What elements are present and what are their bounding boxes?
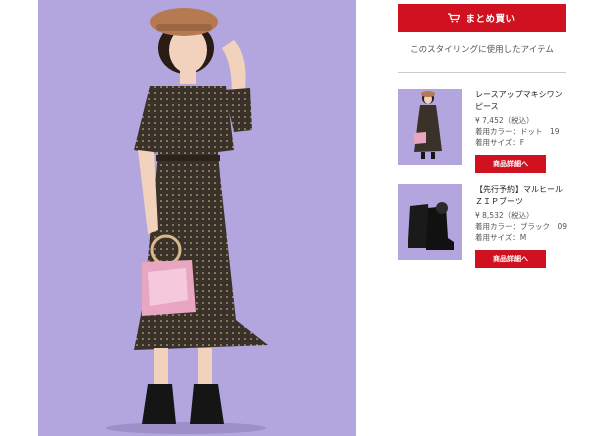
item-color: 着用カラー：ドット 19	[475, 127, 560, 136]
product-detail-button[interactable]: 商品詳細へ	[475, 250, 546, 268]
cart-icon	[448, 13, 461, 23]
item-info: 【先行予約】マルヒールＺＩＰブーツ ¥ 8,532（税込） 着用カラー：ブラック…	[475, 184, 567, 243]
styling-item-2: 【先行予約】マルヒールＺＩＰブーツ ¥ 8,532（税込） 着用カラー：ブラック…	[398, 184, 567, 274]
section-title: このスタイリングに使用したアイテム	[410, 45, 554, 55]
item-size: 着用サイズ：M	[475, 233, 527, 242]
item-name[interactable]: 【先行予約】マルヒールＺＩＰブーツ	[475, 184, 567, 208]
item-thumbnail-boots[interactable]	[398, 184, 462, 260]
styling-item-1: レースアップマキシワンピース ¥ 7,452（税込） 着用カラー：ドット 19 …	[398, 89, 566, 179]
item-color: 着用カラー：ブラック 09	[475, 222, 568, 231]
product-detail-button[interactable]: 商品詳細へ	[475, 155, 546, 173]
item-name[interactable]: レースアップマキシワンピース	[475, 89, 567, 113]
divider	[398, 72, 566, 73]
item-price: ¥ 8,532（税込）	[475, 211, 534, 220]
item-thumbnail-dress[interactable]	[398, 89, 462, 165]
item-price: ¥ 7,452（税込）	[475, 116, 534, 125]
bulk-buy-button[interactable]: まとめ買い	[398, 4, 566, 32]
item-info: レースアップマキシワンピース ¥ 7,452（税込） 着用カラー：ドット 19 …	[475, 89, 567, 148]
bulk-buy-label: まとめ買い	[465, 14, 516, 25]
item-size: 着用サイズ：F	[475, 138, 525, 147]
main-styling-photo	[38, 0, 356, 436]
